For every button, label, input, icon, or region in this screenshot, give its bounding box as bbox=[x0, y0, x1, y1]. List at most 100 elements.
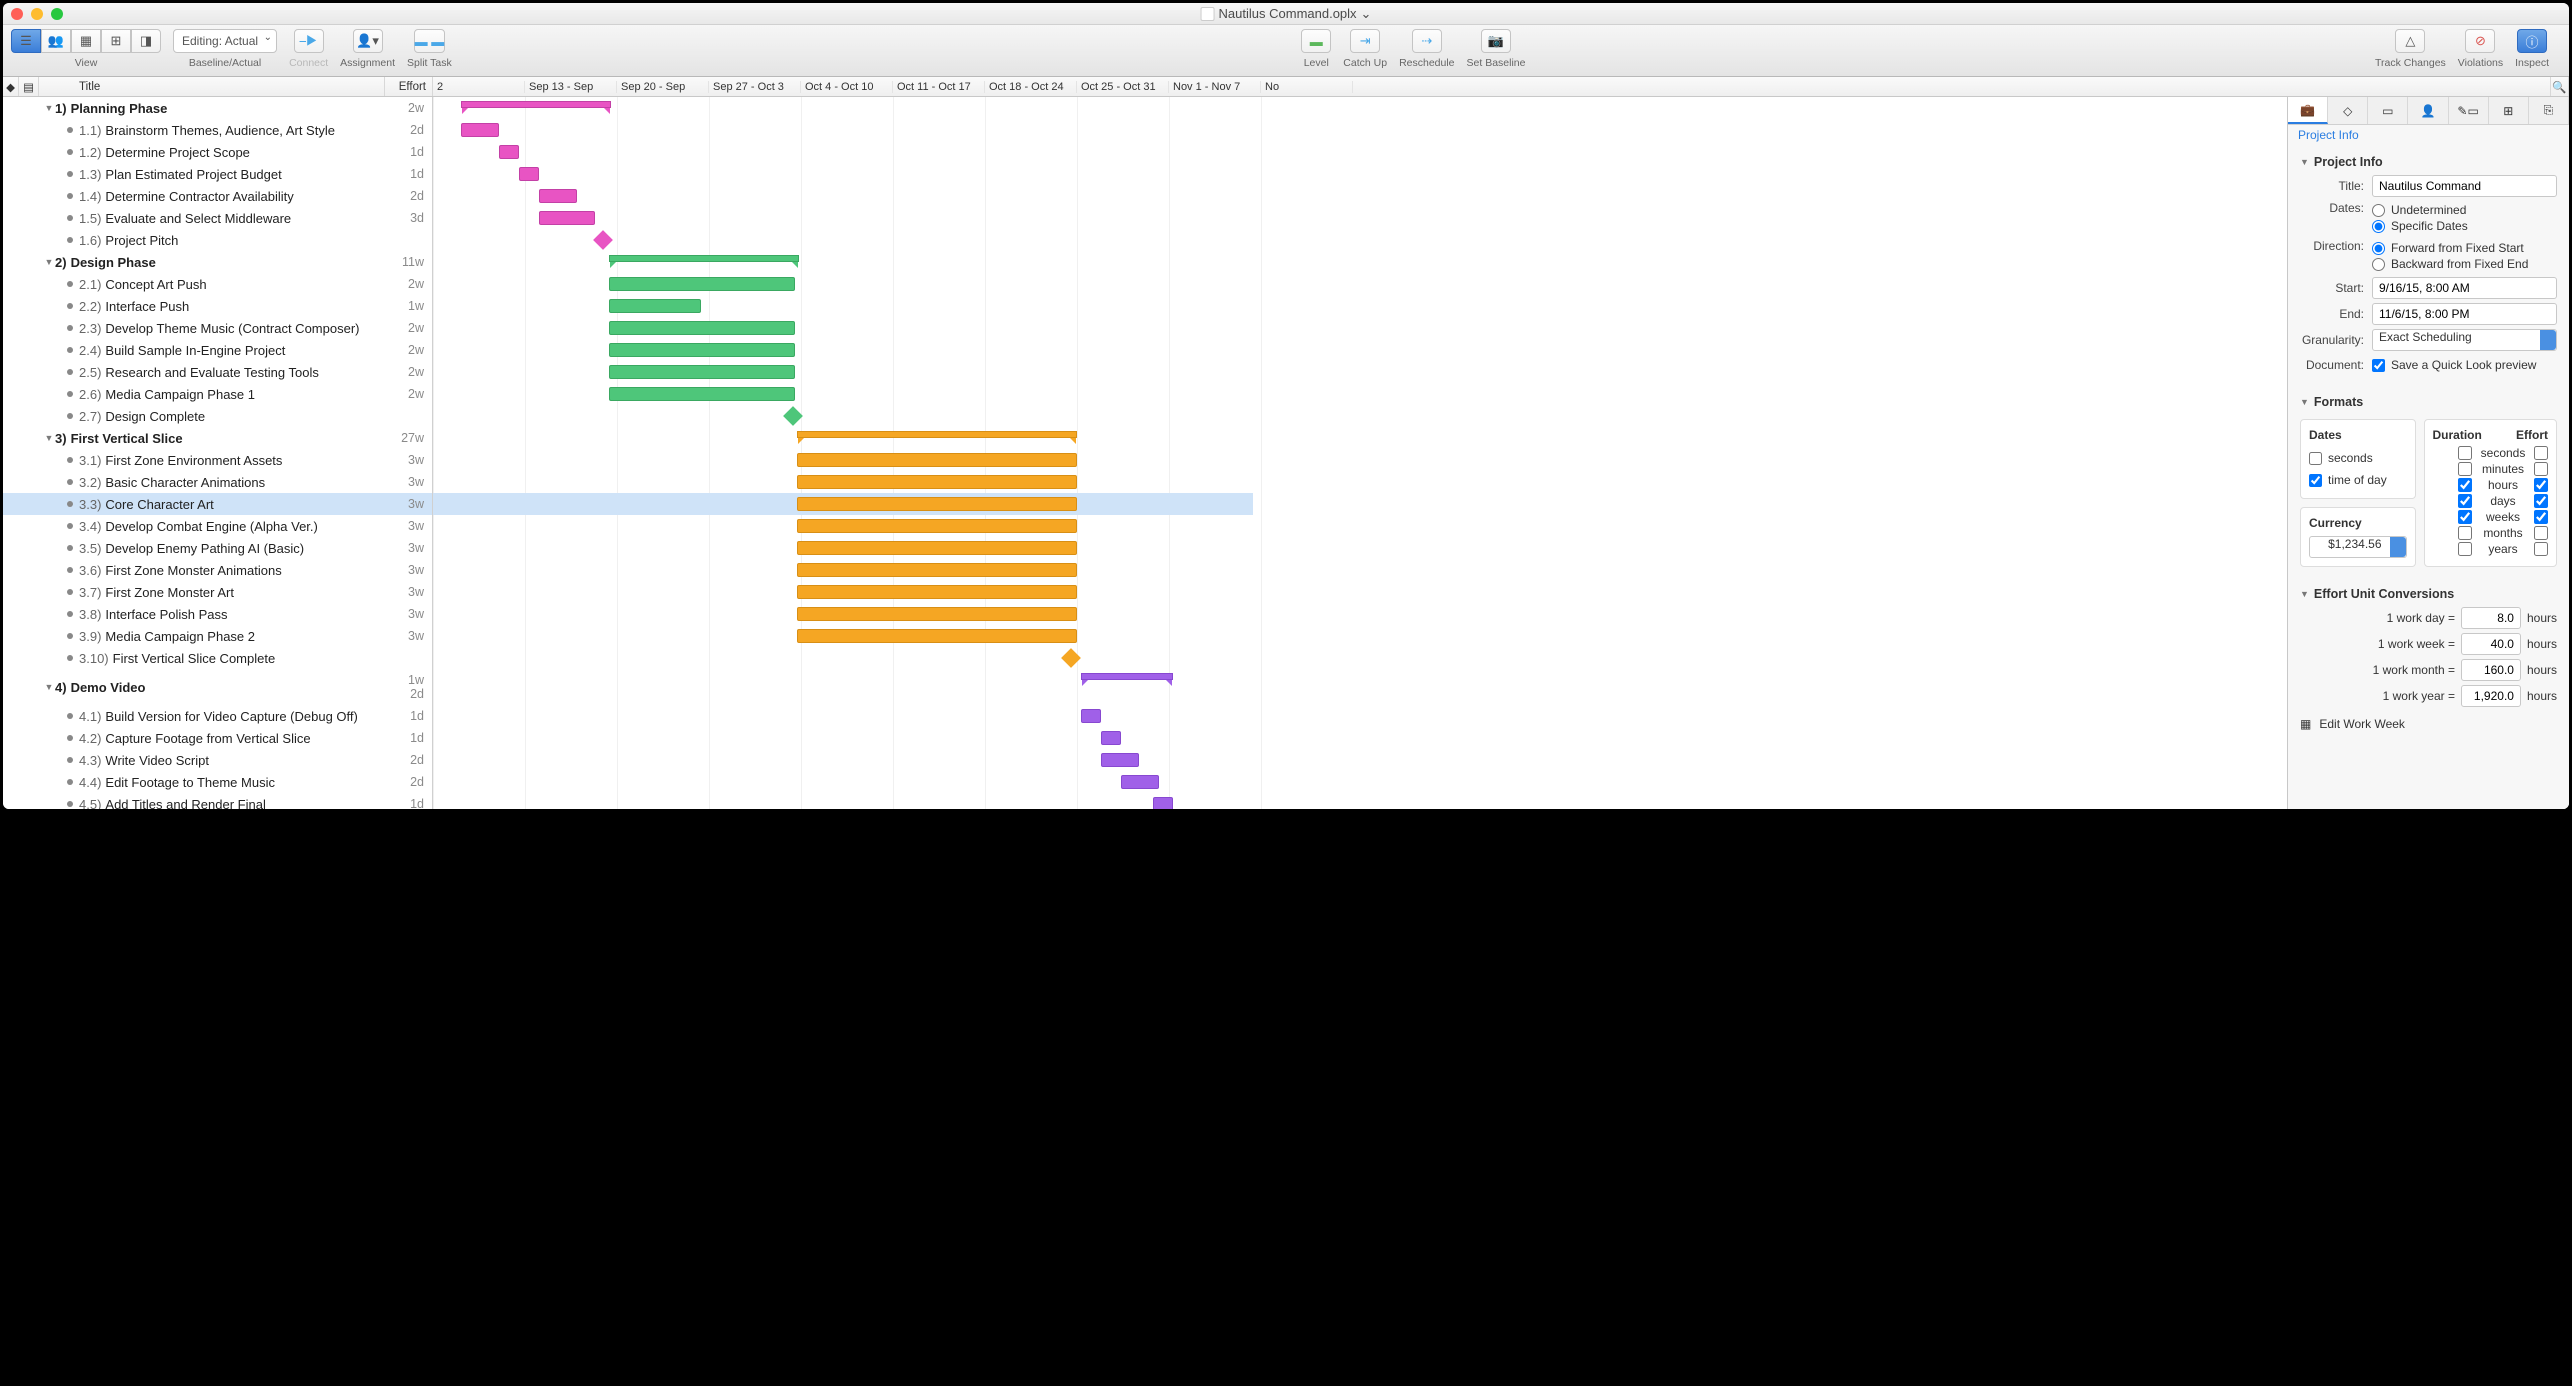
gantt-row[interactable] bbox=[433, 749, 1253, 771]
effort-minutes-checkbox[interactable] bbox=[2534, 462, 2548, 476]
close-icon[interactable] bbox=[11, 8, 23, 20]
effort-years-checkbox[interactable] bbox=[2534, 542, 2548, 556]
gantt-chart[interactable] bbox=[433, 97, 2287, 809]
gantt-row[interactable] bbox=[433, 493, 1253, 515]
timeline-header[interactable]: 2Sep 13 - SepSep 20 - SepSep 27 - Oct 3O… bbox=[433, 77, 2551, 96]
gantt-row[interactable] bbox=[433, 559, 1253, 581]
conv-year-input[interactable] bbox=[2461, 685, 2521, 707]
granularity-select[interactable]: Exact Scheduling bbox=[2372, 329, 2557, 351]
col-note[interactable]: ▤ bbox=[19, 77, 39, 96]
gantt-row[interactable] bbox=[433, 537, 1253, 559]
col-effort[interactable]: Effort bbox=[385, 77, 433, 96]
task-row[interactable]: 1.1)Brainstorm Themes, Audience, Art Sty… bbox=[3, 119, 432, 141]
task-row[interactable]: 3.2)Basic Character Animations3w bbox=[3, 471, 432, 493]
gantt-row[interactable] bbox=[433, 405, 1253, 427]
dates-specific-radio[interactable] bbox=[2372, 220, 2385, 233]
dates-seconds-checkbox[interactable] bbox=[2309, 452, 2322, 465]
task-row[interactable]: 3.4)Develop Combat Engine (Alpha Ver.)3w bbox=[3, 515, 432, 537]
disclosure-triangle-icon[interactable]: ▼ bbox=[43, 433, 55, 443]
task-row[interactable]: 3.8)Interface Polish Pass3w bbox=[3, 603, 432, 625]
baseline-actual-select[interactable]: Editing: Actual bbox=[173, 29, 277, 53]
task-group-row[interactable]: ▼4)Demo Video1w2d bbox=[3, 669, 432, 705]
view-network-button[interactable]: ⊞ bbox=[101, 29, 131, 53]
project-title-input[interactable] bbox=[2372, 175, 2557, 197]
minimize-icon[interactable] bbox=[31, 8, 43, 20]
gantt-row[interactable] bbox=[433, 793, 1253, 809]
effort-days-checkbox[interactable] bbox=[2534, 494, 2548, 508]
task-outline[interactable]: ▼1)Planning Phase2w1.1)Brainstorm Themes… bbox=[3, 97, 433, 809]
timeline-week-header[interactable]: Oct 11 - Oct 17 bbox=[893, 81, 985, 93]
task-bar[interactable] bbox=[797, 607, 1077, 621]
col-title[interactable]: Title bbox=[39, 77, 385, 96]
task-bar[interactable] bbox=[797, 629, 1077, 643]
inspector-tab-milestones[interactable]: ◇ bbox=[2328, 97, 2368, 124]
section-conversions[interactable]: Effort Unit Conversions bbox=[2300, 587, 2557, 601]
gantt-row[interactable] bbox=[433, 273, 1253, 295]
task-bar[interactable] bbox=[609, 365, 795, 379]
timeline-week-header[interactable]: Sep 27 - Oct 3 bbox=[709, 81, 801, 93]
task-row[interactable]: 3.1)First Zone Environment Assets3w bbox=[3, 449, 432, 471]
task-bar[interactable] bbox=[461, 123, 499, 137]
set-baseline-button[interactable]: 📷 bbox=[1481, 29, 1511, 53]
split-task-button[interactable]: ▬ ▬ bbox=[414, 29, 446, 53]
conv-week-input[interactable] bbox=[2461, 633, 2521, 655]
search-header-button[interactable]: 🔍 bbox=[2551, 77, 2569, 96]
duration-seconds-checkbox[interactable] bbox=[2458, 446, 2472, 460]
group-bar[interactable] bbox=[797, 431, 1077, 438]
timeline-week-header[interactable]: Nov 1 - Nov 7 bbox=[1169, 81, 1261, 93]
gantt-row[interactable] bbox=[433, 163, 1253, 185]
task-group-row[interactable]: ▼2)Design Phase11w bbox=[3, 251, 432, 273]
currency-select[interactable]: $1,234.56 bbox=[2309, 536, 2407, 558]
view-gantt-button[interactable]: ☰ bbox=[11, 29, 41, 53]
task-row[interactable]: 2.5)Research and Evaluate Testing Tools2… bbox=[3, 361, 432, 383]
assignment-button[interactable]: 👤▾ bbox=[353, 29, 383, 53]
timeline-week-header[interactable]: 2 bbox=[433, 81, 525, 93]
task-row[interactable]: 2.4)Build Sample In-Engine Project2w bbox=[3, 339, 432, 361]
gantt-row[interactable] bbox=[433, 625, 1253, 647]
milestone-marker[interactable] bbox=[1061, 648, 1081, 668]
timeline-week-header[interactable]: Oct 25 - Oct 31 bbox=[1077, 81, 1169, 93]
task-bar[interactable] bbox=[797, 519, 1077, 533]
gantt-row[interactable] bbox=[433, 141, 1253, 163]
gantt-row[interactable] bbox=[433, 515, 1253, 537]
task-bar[interactable] bbox=[797, 497, 1077, 511]
task-group-row[interactable]: ▼1)Planning Phase2w bbox=[3, 97, 432, 119]
task-row[interactable]: 2.6)Media Campaign Phase 12w bbox=[3, 383, 432, 405]
section-formats[interactable]: Formats bbox=[2300, 395, 2557, 409]
timeline-week-header[interactable]: Sep 20 - Sep bbox=[617, 81, 709, 93]
gantt-row[interactable] bbox=[433, 669, 1253, 705]
task-bar[interactable] bbox=[1081, 709, 1101, 723]
dates-tod-checkbox[interactable] bbox=[2309, 474, 2322, 487]
task-bar[interactable] bbox=[797, 453, 1077, 467]
duration-months-checkbox[interactable] bbox=[2458, 526, 2472, 540]
document-title[interactable]: Nautilus Command.oplx ⌄ bbox=[1201, 6, 1372, 22]
gantt-row[interactable] bbox=[433, 97, 1253, 119]
milestone-marker[interactable] bbox=[593, 230, 613, 250]
duration-years-checkbox[interactable] bbox=[2458, 542, 2472, 556]
gantt-row[interactable] bbox=[433, 471, 1253, 493]
view-styles-button[interactable]: ◨ bbox=[131, 29, 161, 53]
effort-seconds-checkbox[interactable] bbox=[2534, 446, 2548, 460]
task-row[interactable]: 1.2)Determine Project Scope1d bbox=[3, 141, 432, 163]
task-row[interactable]: 3.3)Core Character Art3w bbox=[3, 493, 432, 515]
view-segmented[interactable]: ☰ 👥 ▦ ⊞ ◨ bbox=[11, 29, 161, 53]
task-bar[interactable] bbox=[609, 299, 701, 313]
task-bar[interactable] bbox=[1101, 753, 1139, 767]
task-row[interactable]: 2.7)Design Complete bbox=[3, 405, 432, 427]
edit-work-week-link[interactable]: Edit Work Week bbox=[2319, 717, 2405, 731]
gantt-row[interactable] bbox=[433, 383, 1253, 405]
conv-month-input[interactable] bbox=[2461, 659, 2521, 681]
task-bar[interactable] bbox=[539, 211, 595, 225]
gantt-row[interactable] bbox=[433, 295, 1253, 317]
duration-hours-checkbox[interactable] bbox=[2458, 478, 2472, 492]
task-row[interactable]: 4.5)Add Titles and Render Final1d bbox=[3, 793, 432, 809]
task-row[interactable]: 4.3)Write Video Script2d bbox=[3, 749, 432, 771]
task-bar[interactable] bbox=[797, 541, 1077, 555]
task-row[interactable]: 4.2)Capture Footage from Vertical Slice1… bbox=[3, 727, 432, 749]
duration-minutes-checkbox[interactable] bbox=[2458, 462, 2472, 476]
task-bar[interactable] bbox=[797, 563, 1077, 577]
inspector-tab-task[interactable]: ▭ bbox=[2368, 97, 2408, 124]
track-changes-button[interactable]: △ bbox=[2395, 29, 2425, 53]
gantt-row[interactable] bbox=[433, 339, 1253, 361]
inspector-tab-custom[interactable]: ⊞ bbox=[2489, 97, 2529, 124]
